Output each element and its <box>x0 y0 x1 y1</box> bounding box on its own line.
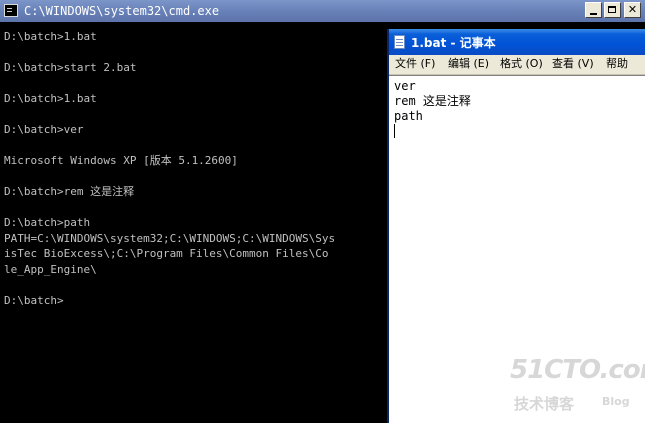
maximize-icon <box>608 6 616 13</box>
text-caret <box>394 124 395 138</box>
notepad-menubar: 文件 (F) 编辑 (E) 格式 (O) 查看 (V) 帮助 <box>389 55 645 75</box>
close-button[interactable]: ✕ <box>624 2 641 18</box>
watermark-subtitle: 技术博客 <box>514 395 575 413</box>
minimize-button[interactable] <box>585 2 602 18</box>
menu-file[interactable]: 文件 (F) <box>395 57 435 71</box>
watermark: 51CTO.com 技术博客 Blog <box>510 355 645 417</box>
console-icon[interactable] <box>4 4 18 17</box>
minimize-icon <box>590 13 597 15</box>
menu-view[interactable]: 查看 (V) <box>552 57 594 71</box>
menu-edit[interactable]: 编辑 (E) <box>448 57 489 71</box>
text-line: ver <box>394 79 416 93</box>
close-icon: ✕ <box>627 3 638 16</box>
menu-help[interactable]: 帮助 <box>606 57 628 71</box>
watermark-brand: 51CTO.com <box>510 355 645 385</box>
watermark-blog: Blog <box>602 395 630 408</box>
cmd-titlebar[interactable]: C:\WINDOWS\system32\cmd.exe ✕ <box>0 0 645 22</box>
maximize-button[interactable] <box>604 2 621 18</box>
menu-format[interactable]: 格式 (O) <box>500 57 543 71</box>
notepad-icon[interactable] <box>394 35 405 49</box>
notepad-titlebar[interactable]: 1.bat - 记事本 <box>389 29 645 55</box>
text-line: path <box>394 109 423 123</box>
text-line: rem 这是注释 <box>394 94 471 108</box>
cmd-window-title: C:\WINDOWS\system32\cmd.exe <box>24 4 220 18</box>
notepad-window-title: 1.bat - 记事本 <box>411 36 496 50</box>
